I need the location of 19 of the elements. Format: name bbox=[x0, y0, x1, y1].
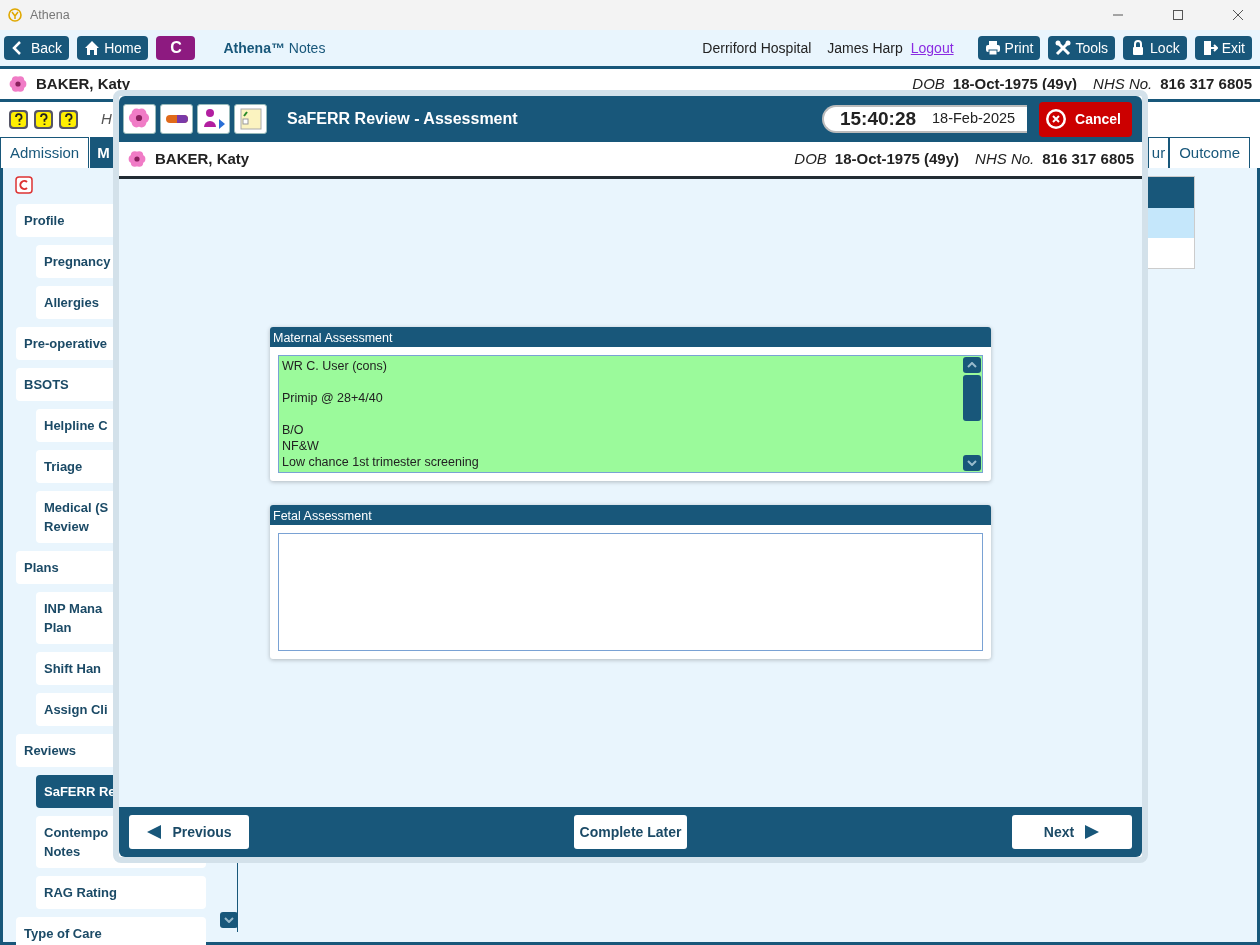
hospital-name: Derriford Hospital bbox=[702, 38, 812, 58]
user-name: James Harp bbox=[827, 38, 903, 58]
patient-name: BAKER, Katy bbox=[155, 148, 250, 169]
clock-date: 18-Feb-2025 bbox=[932, 109, 1016, 129]
app-name: Athena™ Notes bbox=[223, 38, 326, 58]
dialog-title: SaFERR Review - Assessment bbox=[287, 109, 518, 129]
nhs-label: NHS No. bbox=[975, 148, 1035, 169]
nhs-number: 816 317 6805 bbox=[1160, 73, 1252, 94]
patient-name: BAKER, Katy bbox=[36, 73, 131, 94]
panel-header: Fetal Assessment bbox=[270, 505, 991, 525]
subheader-text: H bbox=[101, 108, 112, 129]
clock-time: 15:40:28 bbox=[840, 106, 917, 131]
panel-header: Maternal Assessment bbox=[270, 327, 991, 347]
dob-label: DOB bbox=[794, 148, 827, 169]
window-title: Athena bbox=[30, 6, 70, 24]
dob-label: DOB bbox=[912, 73, 945, 94]
dob-value: 18-Oct-1975 (49y) bbox=[834, 148, 960, 169]
nhs-number: 816 317 6805 bbox=[1042, 148, 1134, 169]
nhs-label: NHS No. bbox=[1093, 73, 1153, 94]
